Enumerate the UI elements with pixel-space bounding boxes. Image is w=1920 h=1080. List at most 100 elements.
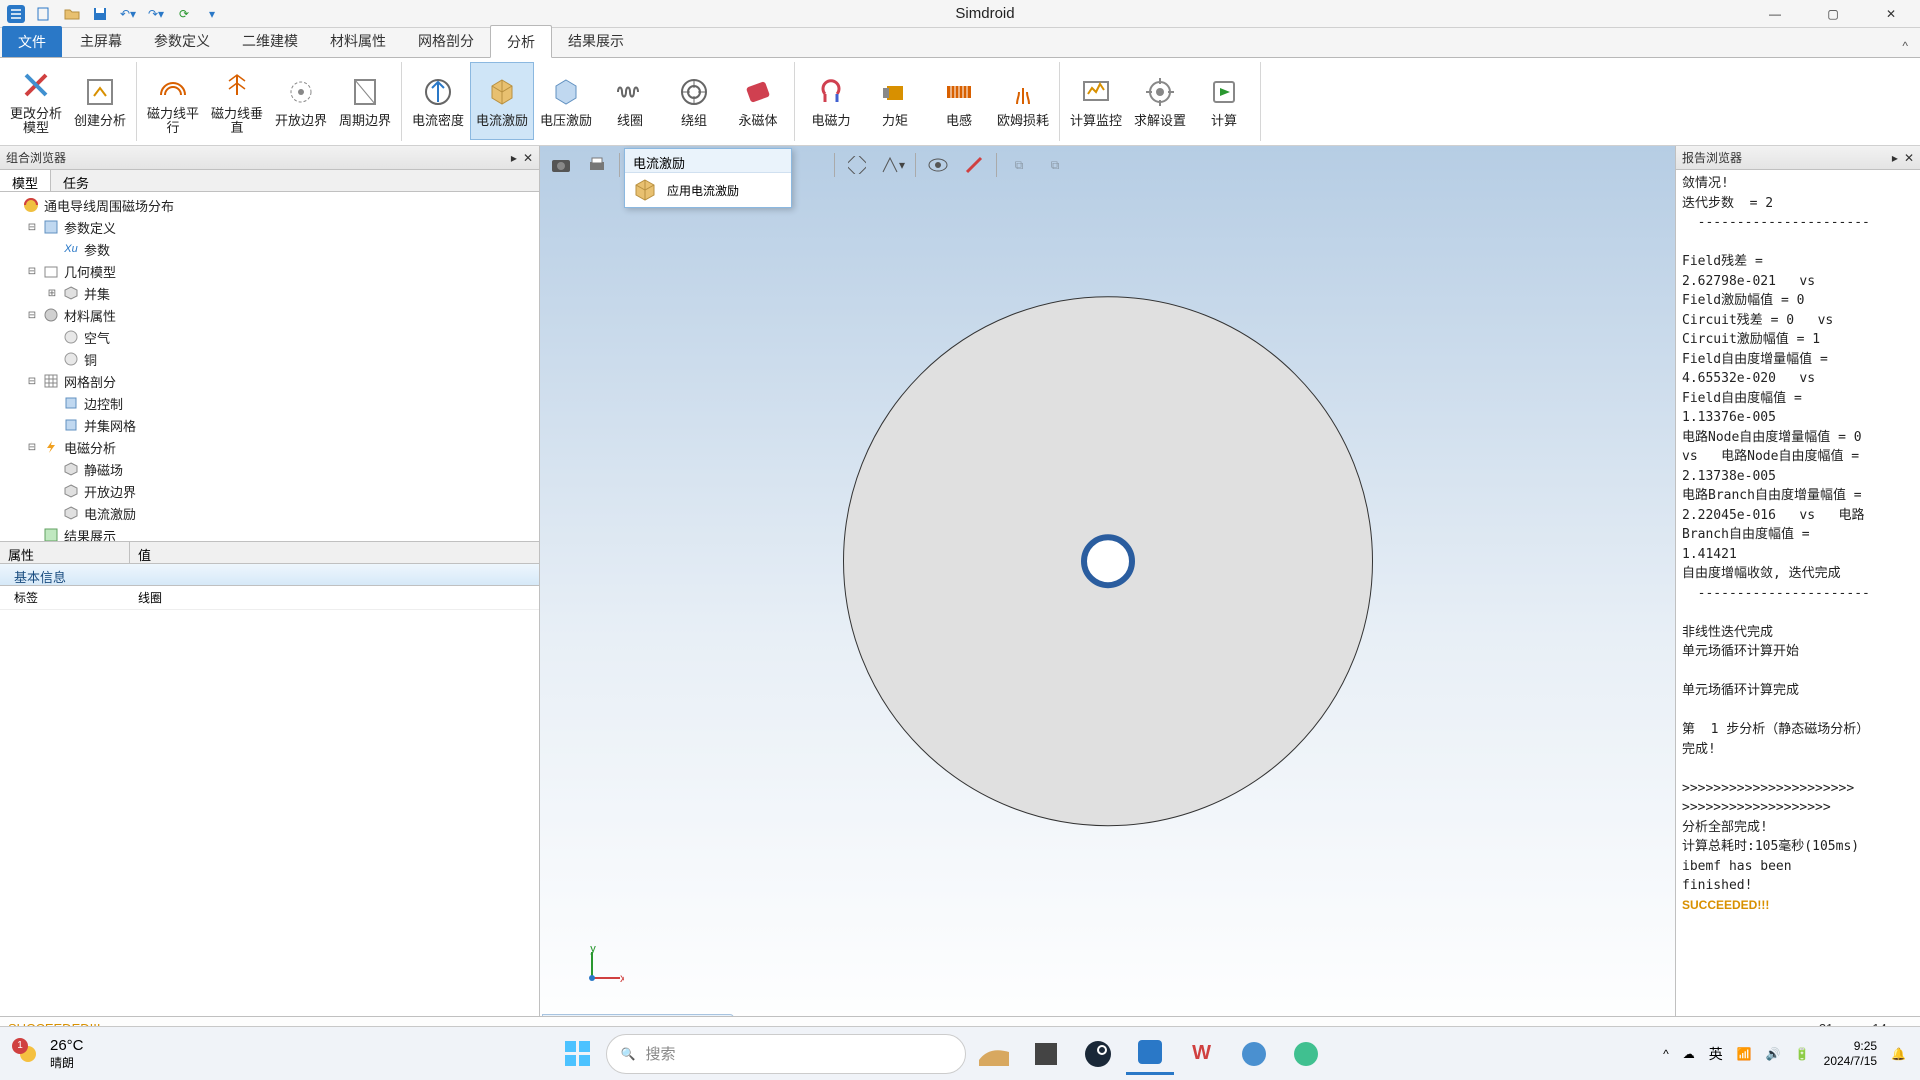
pin-left-icon[interactable]: ▸ [1892,151,1898,165]
ribbon-计算[interactable]: 计算 [1192,62,1256,140]
task-app1[interactable] [970,1033,1018,1075]
tray-notifications-icon[interactable]: 🔔 [1891,1047,1906,1061]
tray-chevron-icon[interactable]: ^ [1663,1047,1669,1061]
subtab-任务[interactable]: 任务 [51,170,101,191]
tray-battery-icon[interactable]: 🔋 [1795,1047,1810,1061]
taskbar-search[interactable]: 🔍 搜索 [606,1034,966,1074]
tree-node[interactable]: 空气 [0,326,539,348]
expand-icon[interactable]: ⊟ [26,222,38,233]
ribbon-绕组[interactable]: 绕组 [662,62,726,140]
tree-node[interactable]: ⊞并集 [0,282,539,304]
pin-right-icon[interactable]: ▸ [511,151,517,165]
prop-row[interactable]: 标签 线圈 [0,586,539,610]
task-app2[interactable] [1022,1033,1070,1075]
tree-node[interactable]: 结果展示 [0,524,539,542]
tray-cloud-icon[interactable]: ☁ [1683,1047,1695,1061]
tree-node[interactable]: ⊟几何模型 [0,260,539,282]
tree-node[interactable]: ⊟电磁分析 [0,436,539,458]
app-icon[interactable] [4,3,28,25]
expand-icon[interactable]: ⊟ [26,376,38,387]
tree-node[interactable]: 开放边界 [0,480,539,502]
close-right-panel-icon[interactable]: ✕ [1904,151,1914,165]
model-tree[interactable]: 通电导线周围磁场分布⊟参数定义Xu参数⊟几何模型⊞并集⊟材料属性空气铜⊟网格剖分… [0,192,539,542]
tray-clock[interactable]: 9:25 2024/7/15 [1824,1039,1877,1068]
ribbon-电磁力[interactable]: 电磁力 [799,62,863,140]
model-render[interactable] [843,296,1373,826]
tree-node[interactable]: 铜 [0,348,539,370]
expand-icon[interactable]: ⊟ [26,310,38,321]
task-edge[interactable] [1282,1033,1330,1075]
task-browser[interactable] [1230,1033,1278,1075]
ribbon-电压激励[interactable]: 电压激励 [534,62,598,140]
maximize-button[interactable]: ▢ [1804,0,1862,28]
ribbon-磁力线垂直[interactable]: 磁力线垂直 [205,62,269,140]
tab-4[interactable]: 网格剖分 [402,25,490,57]
ribbon-永磁体[interactable]: 永磁体 [726,62,790,140]
ribbon-求解设置[interactable]: 求解设置 [1128,62,1192,140]
taskbar-weather[interactable]: 1 26°C 晴朗 [0,1037,220,1071]
copy-icon[interactable]: ⧉ [1002,150,1036,180]
subtab-模型[interactable]: 模型 [0,170,51,191]
expand-icon[interactable]: ⊞ [46,288,58,299]
tab-file[interactable]: 文件 [2,26,62,57]
ribbon-欧姆损耗[interactable]: 欧姆损耗 [991,62,1055,140]
ribbon-线圈[interactable]: 线圈 [598,62,662,140]
ribbon-电流激励[interactable]: 电流激励 [470,62,534,140]
viewport[interactable]: · ▾ ⧉ ⧉ 电流激励 应用电流激励 y [540,146,1676,1040]
close-panel-icon[interactable]: ✕ [523,151,533,165]
expand-icon[interactable]: ⊟ [26,442,38,453]
ribbon-力矩[interactable]: 力矩 [863,62,927,140]
new-icon[interactable] [32,3,56,25]
tree-node[interactable]: 静磁场 [0,458,539,480]
ribbon-周期边界[interactable]: 周期边界 [333,62,397,140]
ribbon-电感[interactable]: 电感 [927,62,991,140]
print-icon[interactable] [580,150,614,180]
close-button[interactable]: ✕ [1862,0,1920,28]
dropdown-item-apply[interactable]: 应用电流激励 [625,173,791,207]
boundary-icon[interactable] [840,150,874,180]
right-panel-title: 报告浏览器 [1682,149,1742,166]
ribbon-电流密度[interactable]: 电流密度 [406,62,470,140]
task-wps[interactable]: W [1178,1033,1226,1075]
qat-more-icon[interactable]: ▾ [200,3,224,25]
undo-icon[interactable]: ↶▾ [116,3,140,25]
tree-node[interactable]: 边控制 [0,392,539,414]
ribbon-磁力线平行[interactable]: 磁力线平行 [141,62,205,140]
tree-node[interactable]: 通电导线周围磁场分布 [0,194,539,216]
tray-wifi-icon[interactable]: 📶 [1737,1047,1752,1061]
paste-icon[interactable]: ⧉ [1038,150,1072,180]
ribbon-创建分析[interactable]: 创建分析 [68,62,132,140]
measure-icon[interactable] [957,150,991,180]
tab-1[interactable]: 参数定义 [138,25,226,57]
start-button[interactable] [554,1033,602,1075]
tree-node[interactable]: 并集网格 [0,414,539,436]
task-steam[interactable] [1074,1033,1122,1075]
tree-node[interactable]: 电流激励 [0,502,539,524]
report-log[interactable]: 敛情况! 迭代步数 = 2 ---------------------- Fie… [1676,170,1920,1040]
minimize-button[interactable]: — [1746,0,1804,28]
tree-node[interactable]: Xu参数 [0,238,539,260]
open-icon[interactable] [60,3,84,25]
visible-icon[interactable] [921,150,955,180]
save-icon[interactable] [88,3,112,25]
tab-0[interactable]: 主屏幕 [64,25,138,57]
tab-2[interactable]: 二维建模 [226,25,314,57]
tab-6[interactable]: 结果展示 [552,25,640,57]
tree-node[interactable]: ⊟材料属性 [0,304,539,326]
ribbon-collapse-icon[interactable]: ^ [1890,35,1920,57]
tree-node[interactable]: ⊟参数定义 [0,216,539,238]
refresh-icon[interactable]: ⟳ [172,3,196,25]
tab-3[interactable]: 材料属性 [314,25,402,57]
expand-icon[interactable]: ⊟ [26,266,38,277]
axis-icon[interactable]: ▾ [876,150,910,180]
camera-icon[interactable] [544,150,578,180]
task-simdroid[interactable] [1126,1033,1174,1075]
tab-5[interactable]: 分析 [490,25,552,58]
redo-icon[interactable]: ↷▾ [144,3,168,25]
tray-volume-icon[interactable]: 🔊 [1766,1047,1781,1061]
ribbon-开放边界[interactable]: 开放边界 [269,62,333,140]
ribbon-计算监控[interactable]: 计算监控 [1064,62,1128,140]
tree-node[interactable]: ⊟网格剖分 [0,370,539,392]
tray-ime[interactable]: 英 [1709,1044,1723,1064]
ribbon-更改分析模型[interactable]: 更改分析模型 [4,62,68,140]
